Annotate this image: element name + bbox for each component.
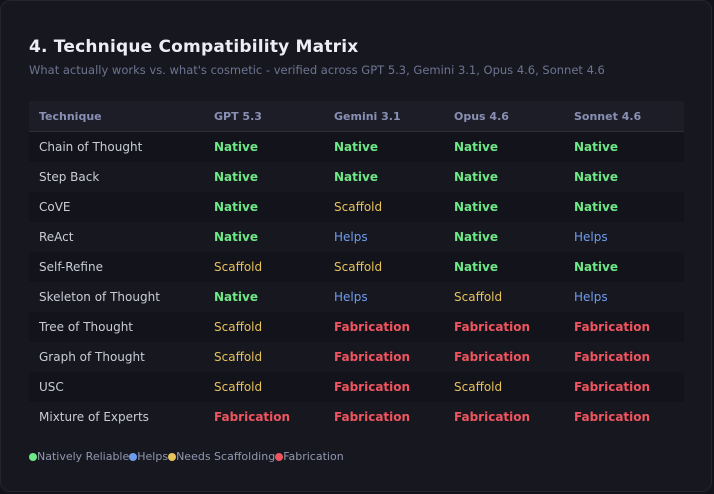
compatibility-cell: Native xyxy=(564,252,684,282)
compatibility-cell: Scaffold xyxy=(204,312,324,342)
compatibility-cell: Native xyxy=(204,222,324,252)
legend-dot-icon xyxy=(29,452,37,461)
compatibility-cell: Scaffold xyxy=(444,372,564,402)
page-subtitle: What actually works vs. what's cosmetic … xyxy=(29,63,605,77)
table-row: CoVE Native Scaffold Native Native xyxy=(29,192,684,222)
compatibility-cell: Native xyxy=(204,131,324,162)
column-header-sonnet: Sonnet 4.6 xyxy=(564,101,684,132)
technique-name-cell: Chain of Thought xyxy=(29,131,204,162)
compatibility-cell: Fabrication xyxy=(204,402,324,432)
compatibility-cell: Scaffold xyxy=(204,252,324,282)
compatibility-cell: Native xyxy=(204,162,324,192)
table-row: Mixture of Experts Fabrication Fabrication… xyxy=(29,402,684,432)
legend-label: Fabrication xyxy=(283,450,344,463)
table-row: Step Back Native Native Native Native xyxy=(29,162,684,192)
technique-name-cell: Step Back xyxy=(29,162,204,192)
technique-name-cell: ReAct xyxy=(29,222,204,252)
compatibility-cell: Scaffold xyxy=(204,342,324,372)
technique-name-cell: Skeleton of Thought xyxy=(29,282,204,312)
compatibility-cell: Scaffold xyxy=(324,252,444,282)
compatibility-cell: Fabrication xyxy=(324,402,444,432)
legend-dot-icon xyxy=(129,452,138,461)
compatibility-cell: Fabrication xyxy=(324,312,444,342)
table-row: ReAct Native Helps Native Helps xyxy=(29,222,684,252)
compatibility-cell: Native xyxy=(444,222,564,252)
compatibility-cell: Fabrication xyxy=(444,312,564,342)
compatibility-cell: Native xyxy=(444,162,564,192)
compatibility-cell: Native xyxy=(324,162,444,192)
column-header-technique: Technique xyxy=(29,101,204,132)
compatibility-cell: Native xyxy=(444,131,564,162)
table-body: Chain of Thought Native Native Native Native… xyxy=(29,131,684,432)
legend-item: Needs Scaffolding xyxy=(168,450,275,463)
compatibility-cell: Native xyxy=(564,131,684,162)
legend-label: Natively Reliable xyxy=(37,450,130,463)
table-row: Self-Refine Scaffold Scaffold Native Native xyxy=(29,252,684,282)
column-header-gpt: GPT 5.3 xyxy=(204,101,324,132)
compatibility-cell: Scaffold xyxy=(444,282,564,312)
table-row: USC Scaffold Fabrication Scaffold Fabricatio… xyxy=(29,372,684,402)
compatibility-cell: Helps xyxy=(324,282,444,312)
technique-name-cell: Graph of Thought xyxy=(29,342,204,372)
compatibility-cell: Fabrication xyxy=(564,402,684,432)
matrix-card: 4. Technique Compatibility Matrix What a… xyxy=(0,0,712,492)
technique-name-cell: Tree of Thought xyxy=(29,312,204,342)
compatibility-cell: Native xyxy=(204,192,324,222)
compatibility-cell: Fabrication xyxy=(324,342,444,372)
table-row: Graph of Thought Scaffold Fabrication Fabri… xyxy=(29,342,684,372)
compatibility-cell: Helps xyxy=(564,282,684,312)
table-row: Tree of Thought Scaffold Fabrication Fabric… xyxy=(29,312,684,342)
technique-name-cell: USC xyxy=(29,372,204,402)
compatibility-cell: Native xyxy=(444,252,564,282)
legend-dot-icon xyxy=(168,452,177,461)
column-header-opus: Opus 4.6 xyxy=(444,101,564,132)
compatibility-cell: Native xyxy=(324,131,444,162)
compatibility-cell: Helps xyxy=(564,222,684,252)
compatibility-cell: Fabrication xyxy=(564,372,684,402)
table-row: Skeleton of Thought Native Helps Scaffold He… xyxy=(29,282,684,312)
legend-item: Fabrication xyxy=(275,450,344,463)
compatibility-cell: Scaffold xyxy=(324,192,444,222)
compatibility-cell: Native xyxy=(444,192,564,222)
compatibility-cell: Fabrication xyxy=(444,402,564,432)
technique-name-cell: CoVE xyxy=(29,192,204,222)
table-row: Chain of Thought Native Native Native Native xyxy=(29,131,684,162)
compatibility-cell: Scaffold xyxy=(204,372,324,402)
legend-dot-icon xyxy=(275,452,284,461)
compatibility-cell: Fabrication xyxy=(324,372,444,402)
compatibility-cell: Native xyxy=(204,282,324,312)
page-title: 4. Technique Compatibility Matrix xyxy=(29,37,359,57)
technique-name-cell: Self-Refine xyxy=(29,252,204,282)
compatibility-cell: Native xyxy=(564,192,684,222)
compatibility-cell: Helps xyxy=(324,222,444,252)
legend-item: Natively Reliable xyxy=(29,450,129,463)
technique-name-cell: Mixture of Experts xyxy=(29,402,204,432)
compatibility-cell: Fabrication xyxy=(564,342,684,372)
compatibility-cell: Fabrication xyxy=(564,312,684,342)
compatibility-table: Technique GPT 5.3 Gemini 3.1 Opus 4.6 So… xyxy=(29,101,684,432)
legend-item: Helps xyxy=(129,450,168,463)
column-header-gemini: Gemini 3.1 xyxy=(324,101,444,132)
legend: Natively Reliable Helps Needs Scaffolding F… xyxy=(29,450,344,463)
legend-label: Needs Scaffolding xyxy=(176,450,276,463)
legend-label: Helps xyxy=(137,450,169,463)
compatibility-cell: Native xyxy=(564,162,684,192)
table-header-row: Technique GPT 5.3 Gemini 3.1 Opus 4.6 So… xyxy=(29,101,684,132)
compatibility-cell: Fabrication xyxy=(444,342,564,372)
